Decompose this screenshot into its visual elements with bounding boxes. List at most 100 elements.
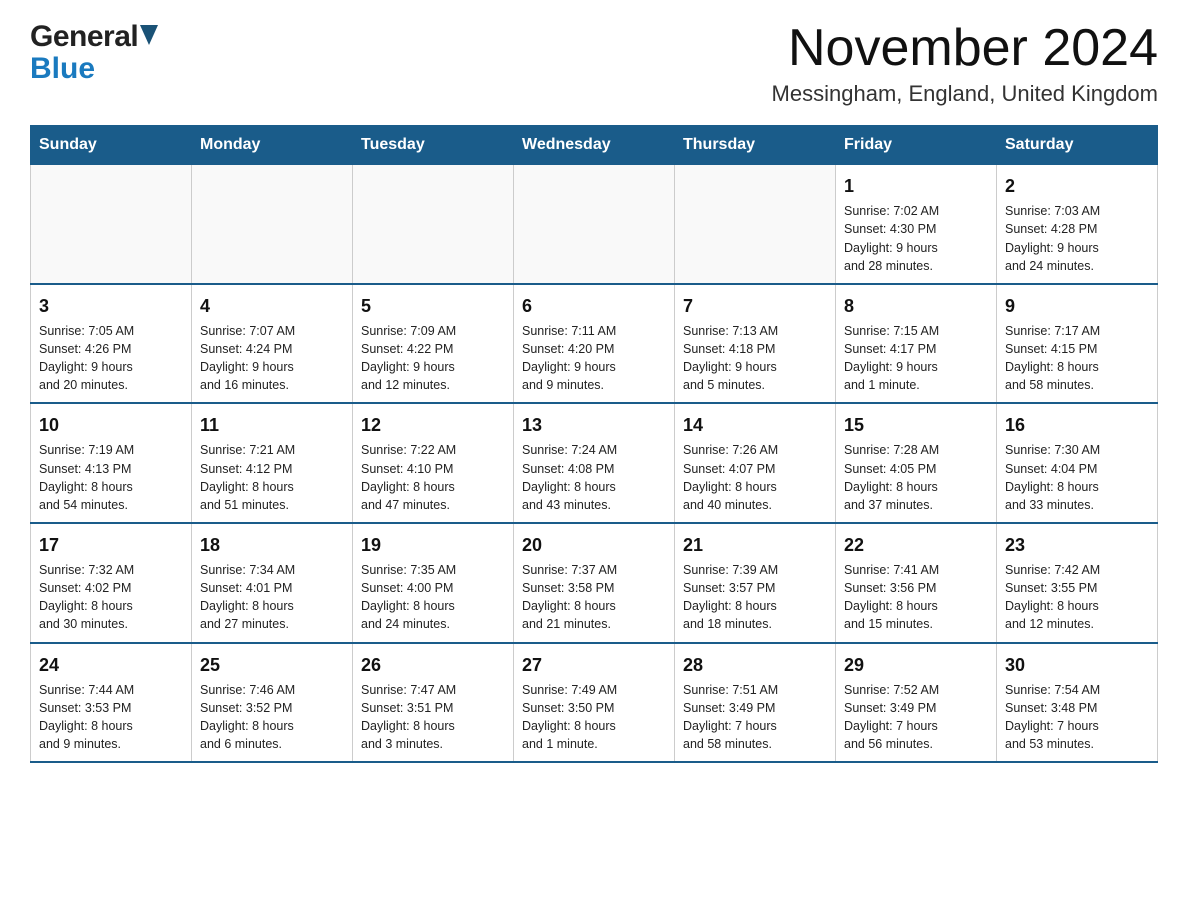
day-info: Sunrise: 7:02 AM Sunset: 4:30 PM Dayligh… <box>844 202 988 275</box>
day-info: Sunrise: 7:34 AM Sunset: 4:01 PM Dayligh… <box>200 561 344 634</box>
day-number: 7 <box>683 293 827 319</box>
day-info: Sunrise: 7:32 AM Sunset: 4:02 PM Dayligh… <box>39 561 183 634</box>
calendar-cell: 4 Sunrise: 7:07 AM Sunset: 4:24 PM Daylig… <box>192 284 353 404</box>
day-number: 24 <box>39 652 183 678</box>
day-info: Sunrise: 7:15 AM Sunset: 4:17 PM Dayligh… <box>844 322 988 395</box>
calendar-cell: 8 Sunrise: 7:15 AM Sunset: 4:17 PM Daylig… <box>836 284 997 404</box>
logo-blue-text: Blue <box>30 52 95 86</box>
calendar-cell: 2Sunrise: 7:03 AM Sunset: 4:28 PM Daylig… <box>997 165 1158 284</box>
day-number: 1 <box>844 173 988 199</box>
page-header: General Blue November 2024 Messingham, E… <box>30 20 1158 107</box>
day-info: Sunrise: 7:13 AM Sunset: 4:18 PM Dayligh… <box>683 322 827 395</box>
day-number: 27 <box>522 652 666 678</box>
day-number: 21 <box>683 532 827 558</box>
day-info: Sunrise: 7:52 AM Sunset: 3:49 PM Dayligh… <box>844 681 988 754</box>
day-info: Sunrise: 7:19 AM Sunset: 4:13 PM Dayligh… <box>39 441 183 514</box>
day-number: 15 <box>844 412 988 438</box>
day-info: Sunrise: 7:49 AM Sunset: 3:50 PM Dayligh… <box>522 681 666 754</box>
day-info: Sunrise: 7:54 AM Sunset: 3:48 PM Dayligh… <box>1005 681 1149 754</box>
calendar-cell: 29 Sunrise: 7:52 AM Sunset: 3:49 PM Dayli… <box>836 643 997 763</box>
day-number: 3 <box>39 293 183 319</box>
day-number: 19 <box>361 532 505 558</box>
calendar-cell <box>31 165 192 284</box>
calendar-cell: 7 Sunrise: 7:13 AM Sunset: 4:18 PM Daylig… <box>675 284 836 404</box>
day-number: 26 <box>361 652 505 678</box>
calendar-cell: 24 Sunrise: 7:44 AM Sunset: 3:53 PM Dayli… <box>31 643 192 763</box>
calendar-week-row: 24 Sunrise: 7:44 AM Sunset: 3:53 PM Dayli… <box>31 643 1158 763</box>
day-number: 17 <box>39 532 183 558</box>
day-number: 14 <box>683 412 827 438</box>
calendar-cell: 11 Sunrise: 7:21 AM Sunset: 4:12 PM Dayli… <box>192 403 353 523</box>
day-info: Sunrise: 7:41 AM Sunset: 3:56 PM Dayligh… <box>844 561 988 634</box>
calendar-cell: 12Sunrise: 7:22 AM Sunset: 4:10 PM Dayli… <box>353 403 514 523</box>
day-number: 20 <box>522 532 666 558</box>
day-info: Sunrise: 7:35 AM Sunset: 4:00 PM Dayligh… <box>361 561 505 634</box>
day-number: 2 <box>1005 173 1149 199</box>
calendar-cell: 18Sunrise: 7:34 AM Sunset: 4:01 PM Dayli… <box>192 523 353 643</box>
logo-triangle-icon <box>140 25 158 45</box>
day-info: Sunrise: 7:05 AM Sunset: 4:26 PM Dayligh… <box>39 322 183 395</box>
day-number: 30 <box>1005 652 1149 678</box>
weekday-header-monday: Monday <box>192 126 353 165</box>
calendar-cell: 27 Sunrise: 7:49 AM Sunset: 3:50 PM Dayli… <box>514 643 675 763</box>
day-info: Sunrise: 7:22 AM Sunset: 4:10 PM Dayligh… <box>361 441 505 514</box>
calendar-week-row: 3 Sunrise: 7:05 AM Sunset: 4:26 PM Daylig… <box>31 284 1158 404</box>
calendar-cell: 26 Sunrise: 7:47 AM Sunset: 3:51 PM Dayli… <box>353 643 514 763</box>
day-number: 22 <box>844 532 988 558</box>
day-number: 5 <box>361 293 505 319</box>
day-info: Sunrise: 7:51 AM Sunset: 3:49 PM Dayligh… <box>683 681 827 754</box>
day-info: Sunrise: 7:28 AM Sunset: 4:05 PM Dayligh… <box>844 441 988 514</box>
calendar-cell: 25Sunrise: 7:46 AM Sunset: 3:52 PM Dayli… <box>192 643 353 763</box>
weekday-header-friday: Friday <box>836 126 997 165</box>
day-info: Sunrise: 7:44 AM Sunset: 3:53 PM Dayligh… <box>39 681 183 754</box>
calendar-cell: 20Sunrise: 7:37 AM Sunset: 3:58 PM Dayli… <box>514 523 675 643</box>
calendar-cell: 15 Sunrise: 7:28 AM Sunset: 4:05 PM Dayli… <box>836 403 997 523</box>
day-number: 29 <box>844 652 988 678</box>
calendar-week-row: 1 Sunrise: 7:02 AM Sunset: 4:30 PM Daylig… <box>31 165 1158 284</box>
calendar-cell: 21 Sunrise: 7:39 AM Sunset: 3:57 PM Dayli… <box>675 523 836 643</box>
weekday-header-tuesday: Tuesday <box>353 126 514 165</box>
day-number: 4 <box>200 293 344 319</box>
day-number: 23 <box>1005 532 1149 558</box>
day-info: Sunrise: 7:46 AM Sunset: 3:52 PM Dayligh… <box>200 681 344 754</box>
calendar-week-row: 10Sunrise: 7:19 AM Sunset: 4:13 PM Dayli… <box>31 403 1158 523</box>
day-info: Sunrise: 7:42 AM Sunset: 3:55 PM Dayligh… <box>1005 561 1149 634</box>
calendar-cell: 17 Sunrise: 7:32 AM Sunset: 4:02 PM Dayli… <box>31 523 192 643</box>
day-info: Sunrise: 7:30 AM Sunset: 4:04 PM Dayligh… <box>1005 441 1149 514</box>
weekday-header-sunday: Sunday <box>31 126 192 165</box>
day-number: 16 <box>1005 412 1149 438</box>
calendar-week-row: 17 Sunrise: 7:32 AM Sunset: 4:02 PM Dayli… <box>31 523 1158 643</box>
calendar-cell: 3 Sunrise: 7:05 AM Sunset: 4:26 PM Daylig… <box>31 284 192 404</box>
day-number: 28 <box>683 652 827 678</box>
logo: General Blue <box>30 20 158 86</box>
day-number: 13 <box>522 412 666 438</box>
day-info: Sunrise: 7:09 AM Sunset: 4:22 PM Dayligh… <box>361 322 505 395</box>
day-info: Sunrise: 7:17 AM Sunset: 4:15 PM Dayligh… <box>1005 322 1149 395</box>
day-info: Sunrise: 7:47 AM Sunset: 3:51 PM Dayligh… <box>361 681 505 754</box>
calendar-cell <box>353 165 514 284</box>
calendar-cell: 5 Sunrise: 7:09 AM Sunset: 4:22 PM Daylig… <box>353 284 514 404</box>
calendar-cell: 9Sunrise: 7:17 AM Sunset: 4:15 PM Daylig… <box>997 284 1158 404</box>
calendar-cell <box>192 165 353 284</box>
logo-general-text: General <box>30 20 138 54</box>
calendar-table: SundayMondayTuesdayWednesdayThursdayFrid… <box>30 125 1158 763</box>
weekday-header-wednesday: Wednesday <box>514 126 675 165</box>
calendar-cell: 1 Sunrise: 7:02 AM Sunset: 4:30 PM Daylig… <box>836 165 997 284</box>
calendar-cell: 14 Sunrise: 7:26 AM Sunset: 4:07 PM Dayli… <box>675 403 836 523</box>
calendar-cell: 22 Sunrise: 7:41 AM Sunset: 3:56 PM Dayli… <box>836 523 997 643</box>
day-info: Sunrise: 7:21 AM Sunset: 4:12 PM Dayligh… <box>200 441 344 514</box>
day-info: Sunrise: 7:39 AM Sunset: 3:57 PM Dayligh… <box>683 561 827 634</box>
calendar-cell: 16 Sunrise: 7:30 AM Sunset: 4:04 PM Dayli… <box>997 403 1158 523</box>
day-info: Sunrise: 7:26 AM Sunset: 4:07 PM Dayligh… <box>683 441 827 514</box>
day-info: Sunrise: 7:07 AM Sunset: 4:24 PM Dayligh… <box>200 322 344 395</box>
day-info: Sunrise: 7:11 AM Sunset: 4:20 PM Dayligh… <box>522 322 666 395</box>
calendar-cell: 13 Sunrise: 7:24 AM Sunset: 4:08 PM Dayli… <box>514 403 675 523</box>
calendar-cell: 28 Sunrise: 7:51 AM Sunset: 3:49 PM Dayli… <box>675 643 836 763</box>
day-info: Sunrise: 7:24 AM Sunset: 4:08 PM Dayligh… <box>522 441 666 514</box>
calendar-cell: 30 Sunrise: 7:54 AM Sunset: 3:48 PM Dayli… <box>997 643 1158 763</box>
weekday-header-thursday: Thursday <box>675 126 836 165</box>
day-number: 11 <box>200 412 344 438</box>
day-number: 8 <box>844 293 988 319</box>
calendar-cell: 10Sunrise: 7:19 AM Sunset: 4:13 PM Dayli… <box>31 403 192 523</box>
calendar-cell <box>675 165 836 284</box>
